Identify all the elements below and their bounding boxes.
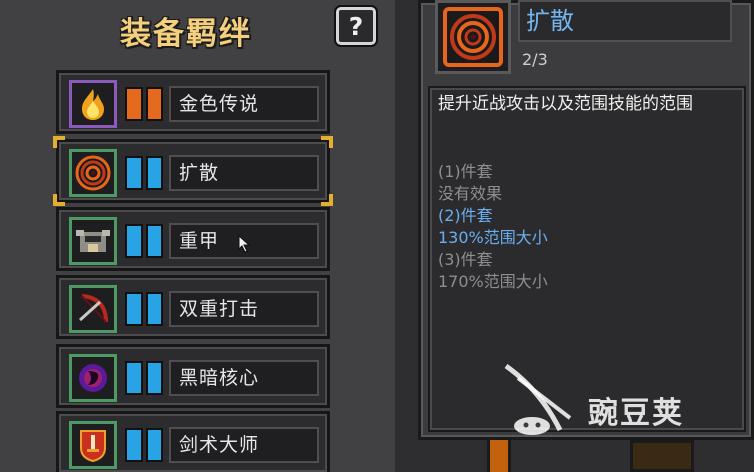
bond-name: 剑术大师 — [169, 427, 319, 463]
tier-3-effect: 170%范围大小 — [438, 272, 548, 291]
tier-indicator — [125, 224, 163, 258]
crossbow-icon — [69, 285, 117, 333]
ripple-target-icon — [435, 0, 511, 74]
tier-indicator — [125, 292, 163, 326]
watermark-text: 豌豆荚 — [588, 396, 684, 431]
flame-icon — [69, 80, 117, 128]
tier-indicator — [125, 87, 163, 121]
set-bonus-list: (1)件套 没有效果 (2)件套 130%范围大小 (3)件套 170%范围大小 — [438, 161, 738, 293]
detail-description: 提升近战攻击以及范围技能的范围 — [438, 94, 693, 114]
bottom-decoration — [487, 440, 511, 472]
ripple-target-icon — [69, 149, 117, 197]
tier-indicator — [125, 361, 163, 395]
sword-shield-icon — [69, 421, 117, 469]
tier-3-label: (3)件套 — [438, 250, 493, 269]
bond-name: 黑暗核心 — [169, 360, 319, 396]
tier-indicator — [125, 156, 163, 190]
tier-1-label: (1)件套 — [438, 162, 493, 181]
bond-panel: 装备羁绊 ? 金色传说 扩散 重甲 双重打击 黑暗核心 剑术大师 — [0, 0, 395, 472]
tier-2-label: (2)件套 — [438, 206, 493, 225]
bond-row-dark-core[interactable]: 黑暗核心 — [56, 344, 330, 408]
bottom-decoration — [630, 440, 694, 472]
bond-list: 金色传说 扩散 重甲 双重打击 黑暗核心 剑术大师 — [0, 0, 395, 472]
armor-helmet-icon — [69, 217, 117, 265]
bond-name: 扩散 — [169, 155, 319, 191]
detail-title: 扩散 — [518, 0, 732, 42]
tier-2-effect: 130%范围大小 — [438, 228, 548, 247]
mouse-cursor-icon — [238, 235, 251, 253]
bond-row-sword-master[interactable]: 剑术大师 — [56, 411, 330, 472]
tier-indicator — [125, 428, 163, 462]
tier-1-effect: 没有效果 — [438, 184, 503, 203]
bond-row-spread[interactable]: 扩散 — [53, 136, 333, 206]
bond-row-heavy-armor[interactable]: 重甲 — [56, 207, 330, 271]
dark-orb-icon — [69, 354, 117, 402]
bond-name: 金色传说 — [169, 86, 319, 122]
bond-row-double-strike[interactable]: 双重打击 — [56, 275, 330, 339]
bond-name: 双重打击 — [169, 291, 319, 327]
bond-row-golden-legend[interactable]: 金色传说 — [56, 70, 330, 134]
detail-piece-count: 2/3 — [522, 50, 548, 69]
